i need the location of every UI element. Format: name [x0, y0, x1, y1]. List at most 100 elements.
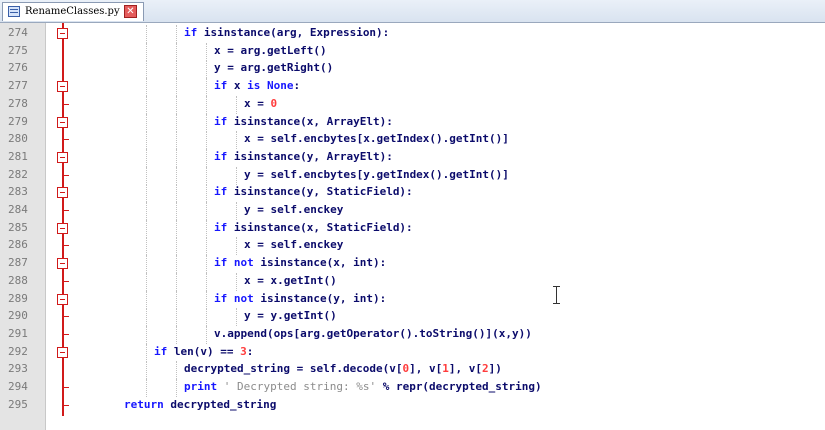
indent-guide	[176, 255, 177, 274]
code-token: y = self.encbytes[y.getIndex().getInt()]	[244, 167, 509, 181]
code-text: v.append(ops[arg.getOperator().toString(…	[214, 327, 532, 340]
indent-guide	[146, 60, 147, 79]
code-text: if isinstance(y, ArrayElt):	[214, 150, 393, 163]
indent-guide	[206, 42, 207, 61]
code-line[interactable]: 295 return decrypted_string	[0, 397, 825, 414]
indent-guide	[176, 379, 177, 397]
code-text: x = x.getInt()	[244, 274, 337, 287]
line-number: 292	[8, 344, 28, 358]
code-line[interactable]: 277 if x is None:	[0, 78, 825, 97]
indent-guide	[146, 113, 147, 132]
code-token: isinstance(y, StaticField):	[227, 185, 413, 199]
code-token: x	[227, 79, 248, 93]
code-text: if isinstance(y, StaticField):	[214, 185, 413, 198]
indent-guide	[206, 148, 207, 167]
code-line[interactable]: 291 v.append(ops[arg.getOperator().toStri…	[0, 325, 825, 344]
code-text: if not isinstance(y, int):	[214, 292, 386, 305]
fold-collapse-icon[interactable]	[57, 222, 68, 234]
line-number: 274	[8, 26, 28, 39]
code-token: v.append(ops[arg.getOperator().toString(…	[214, 326, 532, 340]
line-number: 281	[8, 149, 28, 163]
indent-guide	[146, 184, 147, 203]
code-token: y = arg.getRight()	[214, 61, 334, 75]
code-text: if not isinstance(x, int):	[214, 256, 386, 269]
code-line[interactable]: 286 x = self.enckey	[0, 237, 825, 256]
code-token: if	[214, 220, 228, 234]
code-line[interactable]: 279 if isinstance(x, ArrayElt):	[0, 113, 825, 132]
code-line[interactable]: 276 y = arg.getRight()	[0, 60, 825, 79]
line-number: 291	[8, 326, 28, 340]
fold-collapse-icon[interactable]	[57, 28, 68, 39]
code-text: print ' Decrypted string: %s' % repr(dec…	[184, 380, 542, 393]
indent-guide	[176, 42, 177, 61]
code-token: if	[154, 344, 168, 358]
fold-end-marker	[63, 210, 69, 211]
tab-renameclasses[interactable]: RenameClasses.py ✕	[2, 2, 144, 21]
code-line[interactable]: 282 y = self.encbytes[y.getIndex().getInt…	[0, 166, 825, 185]
code-token: if	[184, 26, 198, 39]
code-line[interactable]: 285 if isinstance(x, StaticField):	[0, 219, 825, 238]
code-line[interactable]: 292 if len(v) == 3:	[0, 343, 825, 362]
code-line[interactable]: 284 y = self.enckey	[0, 202, 825, 220]
indent-guide	[146, 255, 147, 274]
indent-guide	[176, 184, 177, 203]
line-number: 282	[8, 167, 28, 181]
fold-collapse-icon[interactable]	[57, 81, 68, 93]
code-token: isinstance(y, int):	[253, 291, 387, 305]
code-text: if isinstance(x, ArrayElt):	[214, 115, 393, 128]
fold-collapse-icon[interactable]	[57, 293, 68, 305]
fold-collapse-icon[interactable]	[57, 187, 68, 199]
code-token: isinstance(x, int):	[253, 256, 387, 270]
code-token: ])	[488, 362, 502, 376]
fold-collapse-icon[interactable]	[57, 151, 68, 163]
line-number: 293	[8, 362, 28, 376]
code-line[interactable]: 283 if isinstance(y, StaticField):	[0, 184, 825, 203]
code-token: isinstance(arg, Expression):	[197, 26, 390, 39]
indent-guide	[146, 78, 147, 97]
code-line[interactable]: 280 x = self.encbytes[x.getIndex().getInt…	[0, 131, 825, 150]
line-number: 286	[8, 238, 28, 252]
code-editor[interactable]: 274 if isinstance(arg, Expression): 275 x =…	[0, 23, 825, 430]
code-line[interactable]: 274 if isinstance(arg, Expression):	[0, 25, 825, 43]
code-line[interactable]: 278 x = 0	[0, 95, 825, 114]
indent-guide	[146, 272, 147, 291]
indent-guide	[206, 219, 207, 238]
code-token: if not	[214, 291, 254, 305]
fold-end-marker	[63, 103, 69, 105]
indent-guide	[206, 95, 207, 114]
code-line[interactable]: 287 if not isinstance(x, int):	[0, 255, 825, 274]
code-line[interactable]: 294 print ' Decrypted string: %s' % repr(…	[0, 379, 825, 397]
code-line[interactable]: 281 if isinstance(y, ArrayElt):	[0, 148, 825, 167]
code-text: x = arg.getLeft()	[214, 44, 327, 57]
code-line[interactable]: 275 x = arg.getLeft()	[0, 42, 825, 61]
indent-guide	[206, 308, 207, 327]
code-token: decrypted_string = self.decode(v[	[184, 362, 403, 376]
fold-collapse-icon[interactable]	[57, 346, 68, 358]
code-text: y = self.encbytes[y.getIndex().getInt()]	[244, 168, 509, 181]
indent-guide	[206, 272, 207, 291]
code-token: if not	[214, 256, 254, 270]
fold-collapse-icon[interactable]	[57, 258, 68, 270]
code-text: return decrypted_string	[124, 398, 276, 411]
indent-guide	[206, 325, 207, 344]
code-line[interactable]: 290 y = y.getInt()	[0, 308, 825, 327]
indent-guide	[206, 184, 207, 203]
indent-guide	[146, 131, 147, 150]
code-token: x = arg.getLeft()	[214, 43, 327, 57]
indent-guide	[146, 325, 147, 344]
indent-guide	[236, 166, 237, 185]
code-token: x =	[244, 96, 271, 110]
code-line[interactable]: 289 if not isinstance(y, int):	[0, 290, 825, 309]
indent-guide	[176, 202, 177, 220]
code-line[interactable]: 288 x = x.getInt()	[0, 272, 825, 291]
code-line[interactable]: 293 decrypted_string = self.decode(v[0], …	[0, 361, 825, 380]
fold-collapse-icon[interactable]	[57, 116, 68, 128]
code-token: if	[214, 149, 228, 163]
code-token: if	[214, 79, 228, 93]
code-token: isinstance(x, ArrayElt):	[227, 114, 393, 128]
code-token: x = self.enckey	[244, 238, 344, 252]
line-number: 289	[8, 291, 28, 305]
code-text: if x is None:	[214, 79, 300, 92]
indent-guide	[206, 290, 207, 309]
close-icon[interactable]: ✕	[124, 5, 137, 18]
